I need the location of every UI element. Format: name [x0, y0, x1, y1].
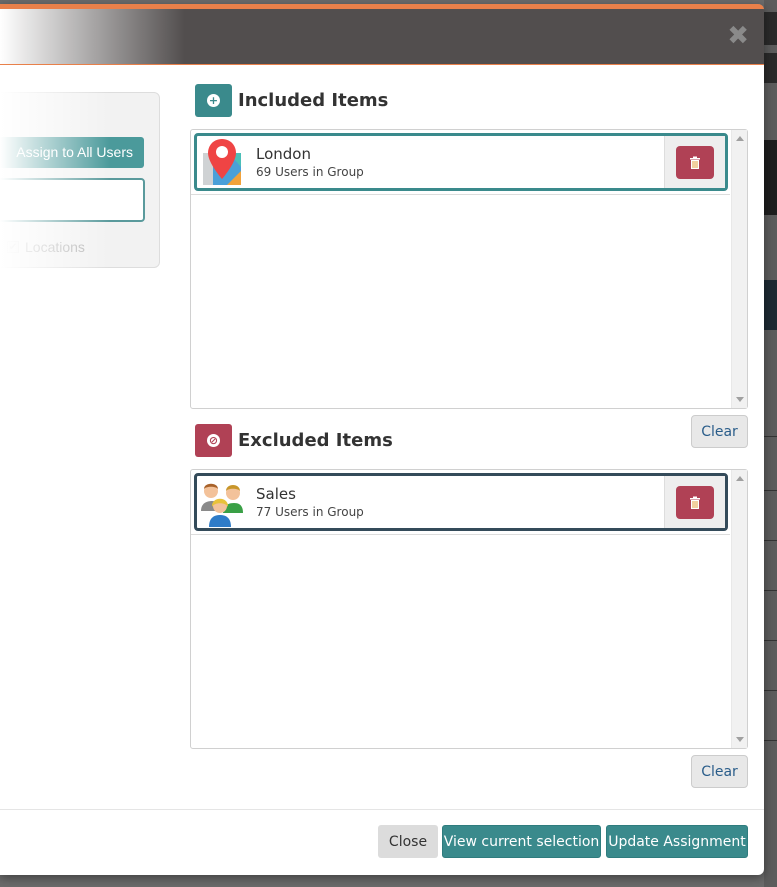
item-subtitle: 69 Users in Group	[256, 165, 364, 179]
locations-checkbox-label: Locations	[25, 239, 85, 255]
checkbox-icon[interactable]: ✔	[7, 241, 19, 253]
list-item-row: Sales 77 Users in Group	[191, 470, 730, 535]
plus-circle-icon: +	[207, 94, 220, 107]
scroll-up-icon[interactable]	[736, 136, 744, 141]
close-button[interactable]: Close	[378, 825, 438, 858]
item-name: London	[256, 145, 311, 163]
footer-divider	[0, 809, 764, 810]
add-excluded-button[interactable]: ⊘	[195, 424, 232, 457]
background-divider	[764, 690, 777, 691]
background-divider	[764, 740, 777, 741]
list-item[interactable]: Sales 77 Users in Group	[194, 473, 728, 531]
background-divider	[764, 436, 777, 437]
view-current-selection-button[interactable]: View current selection	[442, 825, 601, 858]
background-block	[764, 12, 777, 45]
item-name: Sales	[256, 485, 296, 503]
scroll-down-icon[interactable]	[736, 737, 744, 742]
scroll-up-icon[interactable]	[736, 476, 744, 481]
included-header: + Included Items	[195, 84, 388, 117]
assign-to-all-users-button[interactable]: Assign to All Users	[0, 137, 144, 168]
trash-icon	[690, 496, 700, 509]
excluded-header: ⊘ Excluded Items	[195, 424, 393, 457]
list-item[interactable]: London 69 Users in Group	[194, 133, 728, 191]
scrollbar[interactable]	[731, 130, 747, 408]
background-page	[764, 0, 777, 887]
header-fade	[0, 9, 185, 64]
search-input[interactable]	[0, 178, 145, 222]
locations-checkbox[interactable]: ✔ Locations	[7, 239, 85, 255]
background-divider	[764, 640, 777, 641]
included-list: London 69 Users in Group	[190, 129, 748, 409]
assignment-options-panel: Assign to All Users ✔ Locations	[0, 92, 160, 268]
remove-item-button[interactable]	[676, 485, 714, 519]
scrollbar[interactable]	[731, 470, 747, 748]
group-users-icon	[199, 477, 245, 527]
update-assignment-button[interactable]: Update Assignment	[606, 825, 748, 858]
ban-icon: ⊘	[207, 434, 220, 447]
clear-excluded-button[interactable]: Clear	[691, 755, 748, 788]
item-subtitle: 77 Users in Group	[256, 505, 364, 519]
modal-header: ✖	[0, 4, 764, 65]
background-divider	[764, 540, 777, 541]
included-title: Included Items	[238, 90, 389, 111]
assignment-modal: ✖ Assign to All Users ✔ Locations + Incl…	[0, 4, 764, 875]
map-pin-icon	[199, 137, 245, 187]
scroll-down-icon[interactable]	[736, 397, 744, 402]
close-x-icon[interactable]: ✖	[727, 23, 749, 49]
clear-included-button[interactable]: Clear	[691, 415, 748, 448]
trash-icon	[690, 156, 700, 169]
background-block	[764, 53, 777, 83]
background-divider	[764, 490, 777, 491]
add-included-button[interactable]: +	[195, 84, 232, 117]
excluded-list: Sales 77 Users in Group	[190, 469, 748, 749]
background-block	[764, 140, 777, 215]
list-item-row: London 69 Users in Group	[191, 130, 730, 195]
background-block	[764, 280, 777, 330]
remove-item-button[interactable]	[676, 145, 714, 179]
background-divider	[764, 590, 777, 591]
excluded-title: Excluded Items	[238, 430, 393, 451]
